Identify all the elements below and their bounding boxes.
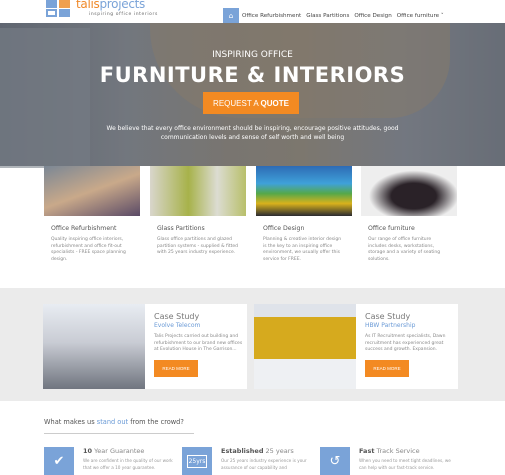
case-study-label: Case Study	[365, 312, 411, 321]
service-image	[150, 166, 246, 216]
case-study-client[interactable]: Evolve Telecom	[154, 322, 244, 329]
logo-text[interactable]: talisprojects	[76, 0, 145, 11]
feature-text: We are confident in the quality of our w…	[83, 458, 173, 470]
home-icon: ⌂	[228, 11, 234, 20]
history-icon: ↺	[320, 447, 350, 475]
service-text: Glass office partitions and glazed parti…	[157, 237, 239, 255]
logo-icon[interactable]	[46, 0, 72, 17]
cta-light: REQUEST A	[213, 98, 261, 108]
nav-label: Office furniture	[396, 12, 440, 19]
main-nav: ⌂ Office Refurbishment Glass Partitions …	[223, 8, 449, 23]
read-more-button[interactable]: READ MORE	[154, 359, 198, 377]
case-study-text: Talis Projects carried out building and …	[154, 334, 243, 352]
service-card-refurbishment[interactable]: Office Refurbishment Quality inspiring o…	[44, 166, 140, 276]
service-title: Glass Partitions	[157, 225, 205, 232]
feature-title: Established 25 years	[221, 447, 294, 455]
nav-office-furniture[interactable]: Office furniture ˅	[397, 13, 444, 19]
nav-office-design[interactable]: Office Design	[354, 13, 391, 19]
service-image	[361, 166, 457, 216]
site-header: talisprojects inspiring office interiors…	[0, 0, 505, 23]
why-heading: What makes us stand out from the crowd?	[44, 418, 184, 426]
feature-text: Our 25 years industry experience is your…	[221, 458, 307, 470]
why-highlight: stand out	[96, 418, 129, 426]
service-image	[256, 166, 352, 216]
case-study-card: Case Study Evolve Telecom Talis Projects…	[43, 304, 247, 389]
request-quote-button[interactable]: REQUEST A QUOTE	[203, 92, 299, 114]
divider	[44, 433, 194, 434]
case-study-client[interactable]: HBW Partnership	[365, 322, 455, 329]
why-pre: What makes us	[44, 418, 97, 426]
check-badge-icon: ✔	[44, 447, 74, 475]
hero-subtitle: INSPIRING OFFICE	[212, 50, 293, 60]
service-title: Office Design	[263, 225, 305, 232]
chevron-down-icon: ˅	[440, 12, 444, 19]
service-card-furniture[interactable]: Office furniture Our range of office fur…	[361, 166, 457, 276]
service-image	[44, 166, 140, 216]
service-card-design[interactable]: Office Design Planning & creative interi…	[256, 166, 352, 276]
case-study-label: Case Study	[154, 312, 200, 321]
logo-tagline: inspiring office interiors	[89, 12, 158, 17]
hero-title: FURNITURE & INTERIORS	[99, 63, 406, 87]
nav-home-button[interactable]: ⌂	[223, 8, 239, 23]
feature-title: Fast Track Service	[359, 447, 420, 455]
case-study-card: Case Study HBW Partnership As IT Recruit…	[254, 304, 458, 389]
cta-bold: QUOTE	[260, 98, 289, 108]
feature-text: When you need to meet tight deadlines, w…	[359, 458, 451, 470]
service-title: Office furniture	[368, 225, 415, 232]
why-post: from the crowd?	[128, 418, 184, 426]
read-more-button[interactable]: READ MORE	[365, 359, 409, 377]
service-text: Quality inspiring office interiors, refu…	[51, 237, 126, 262]
case-study-text: As IT Recruitment specialists, Dawn recr…	[365, 334, 446, 352]
nav-glass-partitions[interactable]: Glass Partitions	[306, 13, 349, 19]
nav-office-refurbishment[interactable]: Office Refurbishment	[242, 13, 301, 19]
service-text: Our range of office furniture includes d…	[368, 237, 441, 262]
service-title: Office Refurbishment	[51, 225, 117, 232]
case-study-image	[254, 304, 356, 389]
service-card-glass[interactable]: Glass Partitions Glass office partitions…	[150, 166, 246, 276]
hero-text: We believe that every office environment…	[106, 125, 399, 141]
case-study-image	[43, 304, 145, 389]
service-text: Planning & creative interior design is t…	[263, 237, 342, 262]
calendar-icon: 25yrs	[182, 447, 212, 475]
feature-title: 10 Year Guarantee	[83, 447, 145, 455]
